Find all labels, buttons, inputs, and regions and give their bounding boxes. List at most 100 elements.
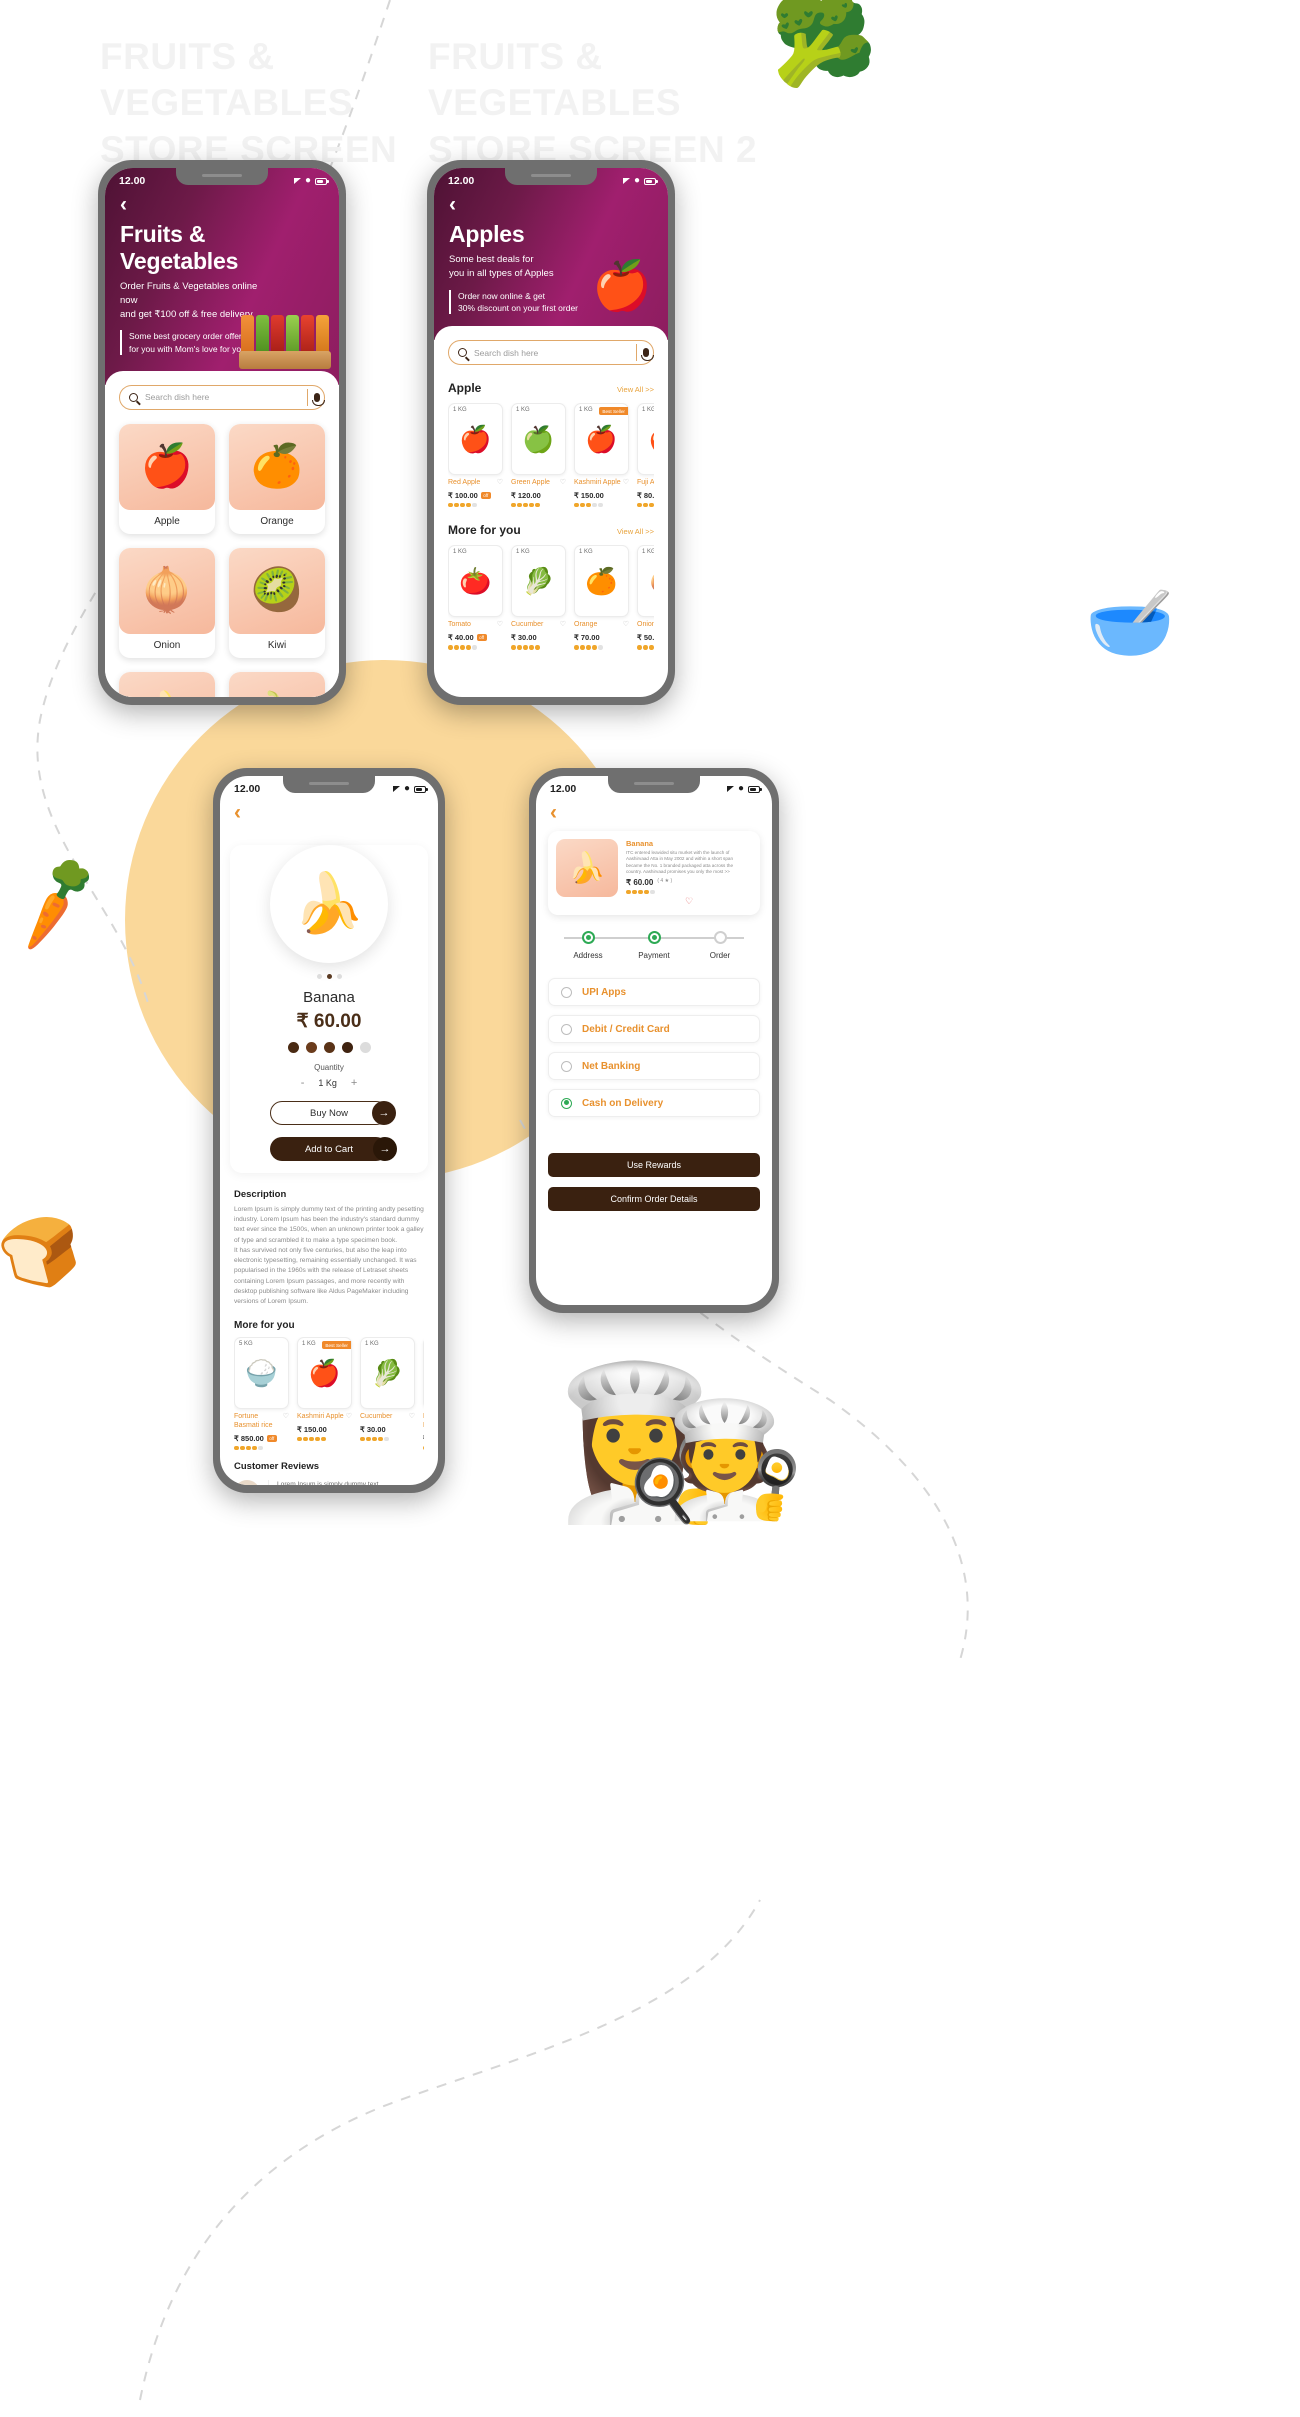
product-thumbnail: 🍊	[229, 423, 325, 510]
step-dot	[713, 931, 727, 945]
product-card[interactable]: 1 KG 🍏 Green Apple ♡ ₹ 120.00	[511, 403, 566, 508]
product-card[interactable]: 1 KG🧅 Onion♡ ₹ 50.00	[637, 545, 654, 650]
view-all-link[interactable]: View All >>	[617, 527, 654, 536]
use-rewards-button[interactable]: Use Rewards	[548, 1153, 760, 1178]
product-card[interactable]: 🫑Capsicum	[229, 671, 325, 697]
product-name: Green Apple	[511, 479, 550, 487]
product-card[interactable]: 1 KG Best Seller 🍎 Kashmiri Apple ♡ ₹ 150.00	[574, 403, 629, 508]
payment-option[interactable]: UPI Apps	[548, 978, 760, 1007]
carousel-dot[interactable]	[316, 974, 322, 979]
decrease-button[interactable]: -	[301, 1077, 305, 1089]
best-seller-badge: Best Seller	[599, 407, 628, 416]
battery-icon	[414, 785, 428, 793]
favorite-icon[interactable]: ♡	[623, 621, 629, 630]
product-card[interactable]: 10 KG🌾 Patanjali Rozan Basm♡ ₹ 740.00	[423, 1337, 424, 1451]
product-card[interactable]: 1 KG 🍎 Red Apple ♡ ₹ 100.00 off	[448, 403, 503, 508]
swatch[interactable]	[323, 1042, 335, 1053]
product-card[interactable]: 5 KG 🍚 Fortune Basmati rice ♡ ₹ 850.00 off	[234, 1337, 289, 1451]
favorite-icon[interactable]: ♡	[626, 896, 752, 907]
step-payment[interactable]: Payment	[624, 931, 684, 960]
carousel-dot[interactable]	[336, 974, 342, 979]
signal-icon	[622, 178, 630, 184]
search-bar[interactable]: Search dish here	[119, 384, 325, 410]
product-card[interactable]: 🍌Banana	[119, 671, 215, 697]
status-bar: 12.00 ●	[220, 776, 438, 798]
wifi-icon: ●	[633, 175, 640, 186]
checkout-actions: Use Rewards Confirm Order Details	[536, 1153, 772, 1212]
swatch[interactable]	[287, 1042, 299, 1053]
more-for-you-row: 5 KG 🍚 Fortune Basmati rice ♡ ₹ 850.00 off 1 K…	[234, 1337, 424, 1451]
product-card[interactable]: 🍊 Orange	[229, 423, 325, 534]
favorite-icon[interactable]: ♡	[560, 621, 566, 630]
more-for-you-title: More for you	[234, 1320, 295, 1332]
product-card[interactable]: 1 KG 🥬 Cucumber ♡ ₹ 30.00	[360, 1337, 415, 1450]
status-time: 12.00	[448, 175, 475, 187]
product-card[interactable]: 1 KG 🥬 Cucumber ♡ ₹ 30.00	[511, 545, 566, 650]
quantity-label: Quantity	[314, 1063, 344, 1072]
product-grid: 🍎 Apple 🍊 Orange 🧅 Onion 🥝 Kiwi 🍌Banana 🫑Capsicum	[119, 423, 325, 697]
screen2-banner: ‹ Apples Some best deals for you in all …	[434, 168, 668, 341]
back-button[interactable]: ‹	[120, 194, 324, 215]
product-thumbnail: 🫑	[229, 671, 325, 697]
favorite-icon[interactable]: ♡	[409, 1413, 415, 1422]
signal-icon	[392, 786, 400, 792]
review-body: Lorem Ipsum is simply dummy text of the …	[268, 1480, 424, 1485]
banner-subtitle: Some best deals for you in all types of …	[449, 254, 554, 279]
carousel-dot-active[interactable]	[326, 974, 332, 979]
add-to-cart-button[interactable]: Add to Cart →	[270, 1137, 397, 1161]
step-dot	[581, 931, 595, 945]
swatch[interactable]	[341, 1042, 353, 1053]
mic-button[interactable]	[307, 388, 325, 406]
search-bar[interactable]: Search dish here	[448, 340, 654, 366]
bowl-decoration: 🥣	[1085, 583, 1175, 663]
product-name: Fuji Apple	[637, 479, 654, 487]
swatch[interactable]	[305, 1042, 317, 1053]
increase-button[interactable]: +	[351, 1077, 357, 1089]
favorite-icon[interactable]: ♡	[497, 621, 503, 630]
favorite-icon[interactable]: ♡	[560, 479, 566, 488]
status-icons: ●	[392, 784, 428, 794]
back-button[interactable]: ‹	[234, 802, 424, 823]
payment-option-label: UPI Apps	[582, 986, 627, 998]
search-input[interactable]: Search dish here	[145, 392, 300, 402]
swatch[interactable]	[359, 1042, 371, 1053]
product-row: 1 KG 🍎 Red Apple ♡ ₹ 100.00 off 1 KG 🍏 Green App…	[448, 403, 654, 508]
payment-option[interactable]: Net Banking	[548, 1052, 760, 1081]
favorite-icon[interactable]: ♡	[283, 1413, 289, 1431]
favorite-icon[interactable]: ♡	[623, 479, 629, 488]
back-button[interactable]: ‹	[550, 802, 758, 823]
product-weight: 1 KG	[516, 549, 530, 556]
payment-option[interactable]: Cash on Delivery	[548, 1089, 760, 1118]
step-address[interactable]: Address	[558, 931, 618, 960]
product-name: Cucumber	[360, 1413, 393, 1421]
best-seller-badge: Best Seller	[322, 1341, 351, 1350]
back-button[interactable]: ‹	[449, 194, 653, 215]
search-input[interactable]: Search dish here	[474, 348, 629, 358]
product-card[interactable]: 1 KG Best Seller 🍎 Kashmiri Apple ♡ ₹ 150.00	[297, 1337, 352, 1450]
favorite-icon[interactable]: ♡	[497, 479, 503, 488]
view-all-link[interactable]: View All >>	[617, 385, 654, 394]
buy-now-button[interactable]: Buy Now →	[270, 1101, 396, 1125]
product-card[interactable]: 1 KG 🍊 Orange ♡ ₹ 70.00	[574, 545, 629, 650]
payment-option[interactable]: Debit / Credit Card	[548, 1015, 760, 1044]
quantity-stepper[interactable]: - 1 Kg +	[230, 1077, 428, 1089]
step-label: Address	[573, 951, 603, 961]
favorite-icon[interactable]: ♡	[346, 1413, 352, 1422]
section-title: More for you	[448, 523, 521, 538]
reviews-title: Customer Reviews	[234, 1461, 320, 1473]
product-card[interactable]: 1 KG🍎 Fuji Apple♡ ₹ 80.00	[637, 403, 654, 508]
confirm-order-button[interactable]: Confirm Order Details	[548, 1187, 760, 1212]
product-card[interactable]: 🥝 Kiwi	[229, 547, 325, 658]
image-carousel-dots[interactable]	[230, 974, 428, 979]
mic-button[interactable]	[636, 344, 654, 362]
phone-screen-2: 12.00 ● ‹ Apples Some best deals for you…	[427, 160, 675, 705]
product-name-row: Kashmiri Apple ♡	[297, 1413, 352, 1422]
product-price: ₹ 30.00	[511, 633, 537, 643]
product-thumbnail: 1 KG 🥬	[511, 545, 566, 618]
color-swatches[interactable]	[230, 1042, 428, 1053]
product-thumbnail: 1 KG Best Seller 🍎	[574, 403, 629, 476]
product-card[interactable]: 🧅 Onion	[119, 547, 215, 658]
product-card[interactable]: 1 KG 🍅 Tomato ♡ ₹ 40.00 off	[448, 545, 503, 650]
step-order[interactable]: Order	[690, 931, 750, 960]
product-card[interactable]: 🍎 Apple	[119, 423, 215, 534]
